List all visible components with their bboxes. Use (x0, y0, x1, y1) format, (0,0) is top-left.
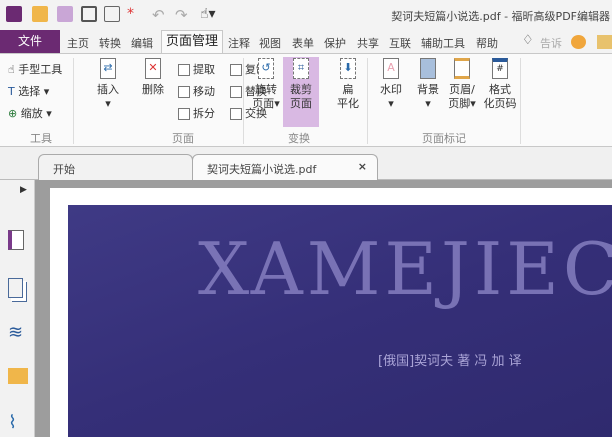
undo-icon[interactable]: ↶ (152, 6, 168, 24)
menu-protect[interactable]: 保护 (324, 35, 346, 51)
pages-icon[interactable] (8, 278, 23, 298)
watermark-button[interactable]: A 水印 ▾ (373, 58, 409, 111)
menu-help[interactable]: 帮助 (476, 35, 498, 51)
extract-button[interactable]: 提取 (178, 61, 215, 77)
cover-image: XAMEJIEC [俄国]契诃夫 著 冯 加 译 (68, 205, 612, 437)
group-label-page-marks: 页面标记 (422, 132, 466, 145)
background-button[interactable]: 背景 ▾ (410, 58, 446, 111)
page-number-icon: # (492, 58, 508, 79)
insert-page-icon: ⇄ (100, 58, 116, 79)
redo-icon[interactable]: ↷ (175, 6, 191, 24)
file-menu[interactable]: 文件 (0, 30, 60, 53)
zoom-icon: ⊕ (8, 107, 21, 120)
header-footer-button[interactable]: 页眉/页脚▾ (442, 58, 482, 111)
move-button[interactable]: 移动 (178, 83, 215, 99)
new-icon[interactable]: * (127, 6, 143, 22)
comments-icon[interactable] (8, 368, 28, 384)
crop-page-button[interactable]: ⌗ 裁剪 页面 (283, 57, 319, 127)
text-select-icon: T (8, 85, 19, 98)
hand-icon: ☝ (8, 63, 19, 76)
open-icon[interactable] (32, 6, 48, 22)
flatten-button[interactable]: ⬇ 扁平化 (330, 58, 366, 111)
layers-icon[interactable]: ≋ (8, 324, 28, 344)
flatten-icon: ⬇ (340, 58, 356, 79)
page-number-button[interactable]: # 格式 化页码 (480, 58, 520, 111)
menu-view[interactable]: 视图 (259, 35, 281, 51)
rotate-page-button[interactable]: ↺ 旋转 页面▾ (248, 58, 284, 111)
split-icon (178, 108, 190, 120)
background-icon (420, 58, 436, 79)
menu-bar: 文件 主页 转换 编辑 页面管理 注释 视图 表单 保护 共享 互联 辅助工具 … (0, 30, 612, 54)
menu-page-manage[interactable]: 页面管理 (161, 30, 223, 54)
cover-author: [俄国]契诃夫 著 冯 加 译 (378, 354, 522, 369)
split-button[interactable]: 拆分 (178, 105, 215, 121)
menu-form[interactable]: 表单 (292, 35, 314, 51)
tab-start[interactable]: 开始 (38, 154, 193, 180)
lightbulb-icon: ♢ (522, 33, 534, 48)
feedback-icon[interactable] (571, 35, 586, 49)
extract-icon (178, 64, 190, 76)
bookmark-icon[interactable] (8, 230, 24, 250)
title-bar: * ↶ ↷ ☝▾ 契诃夫短篇小说选.pdf - 福昕高级PDF编辑器 (0, 0, 612, 30)
menu-connect[interactable]: 互联 (389, 35, 411, 51)
save-icon[interactable] (57, 6, 73, 22)
expand-panel-icon[interactable]: ▶ (20, 185, 27, 195)
divider (243, 58, 244, 144)
menu-comment[interactable]: 注释 (228, 35, 250, 51)
rotate-icon: ↺ (258, 58, 274, 79)
header-footer-icon (454, 58, 470, 79)
menu-share[interactable]: 共享 (357, 35, 379, 51)
move-icon (178, 86, 190, 98)
delete-page-icon: ✕ (145, 58, 161, 79)
group-label-tools: 工具 (30, 132, 52, 145)
menu-accessibility[interactable]: 辅助工具 (421, 35, 465, 51)
zoom-button[interactable]: ⊕ 缩放 ▾ (8, 105, 52, 121)
copy-icon (230, 64, 242, 76)
tell-me-input[interactable]: 告诉 (540, 35, 562, 51)
group-label-transform: 变换 (288, 132, 310, 145)
menu-edit[interactable]: 编辑 (131, 35, 153, 51)
menu-home[interactable]: 主页 (67, 35, 89, 51)
select-button[interactable]: T 选择 ▾ (8, 83, 49, 99)
swap-icon (230, 108, 242, 120)
tab-document[interactable]: 契诃夫短篇小说选.pdf × (192, 154, 378, 180)
document-tabs: 开始 契诃夫短篇小说选.pdf × (0, 150, 612, 180)
divider (73, 58, 74, 144)
properties-icon[interactable] (104, 6, 120, 22)
attachment-icon[interactable]: ⌇ (8, 412, 28, 433)
navigation-sidebar: ▶ ≋ ⌇ (0, 180, 35, 437)
print-icon[interactable] (81, 6, 97, 22)
hand-tool-quick-icon[interactable]: ☝▾ (200, 6, 216, 22)
replace-icon (230, 86, 242, 98)
app-logo-icon (6, 6, 22, 22)
watermark-icon: A (383, 58, 399, 79)
window-title: 契诃夫短篇小说选.pdf - 福昕高级PDF编辑器 (391, 10, 610, 23)
menu-convert[interactable]: 转换 (99, 35, 121, 51)
ribbon: ☝ 手型工具 T 选择 ▾ ⊕ 缩放 ▾ 工具 ⇄ 插入 ▾ ✕ 删除 提取 移动 拆… (0, 53, 612, 147)
divider (367, 58, 368, 144)
cover-title: XAMEJIEC (198, 227, 612, 311)
group-label-page: 页面 (172, 132, 194, 145)
insert-button[interactable]: ⇄ 插入 ▾ (88, 58, 128, 111)
close-tab-icon[interactable]: × (358, 160, 367, 173)
crop-icon: ⌗ (293, 58, 309, 79)
search-folder-icon[interactable] (597, 35, 612, 49)
delete-button[interactable]: ✕ 删除 (133, 58, 173, 97)
divider (520, 58, 521, 144)
hand-tool-button[interactable]: ☝ 手型工具 (8, 61, 62, 77)
